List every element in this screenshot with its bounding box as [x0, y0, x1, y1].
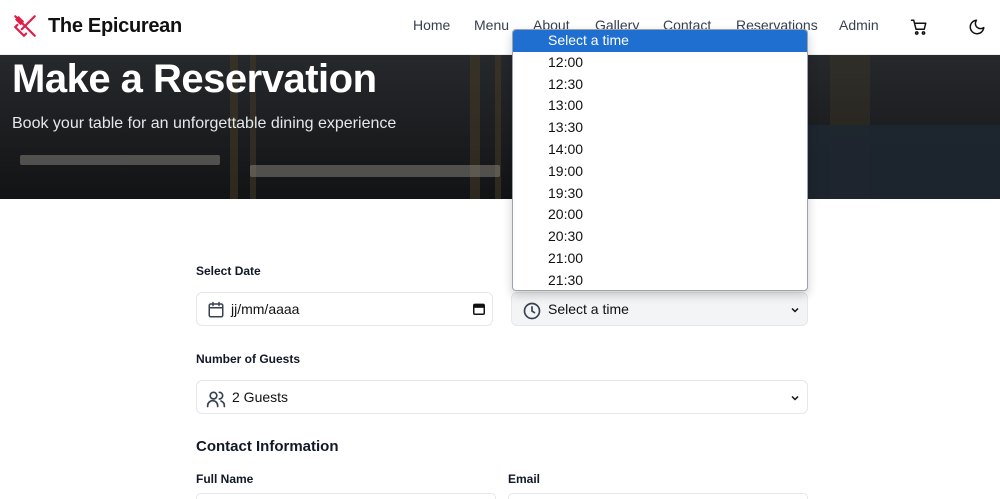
time-option[interactable]: Select a time	[513, 30, 807, 52]
time-option[interactable]: 13:00	[513, 95, 807, 117]
guests-select[interactable]: 2 Guests	[196, 380, 808, 414]
time-option[interactable]: 21:30	[513, 270, 807, 290]
nav-menu[interactable]: Menu	[474, 17, 509, 33]
email-label: Email	[508, 472, 541, 486]
moon-icon[interactable]	[968, 18, 986, 41]
calendar-icon	[207, 301, 225, 322]
date-input[interactable]: jj/mm/aaaa	[196, 292, 493, 326]
time-dropdown-list[interactable]: Select a time 12:00 12:30 13:00 13:30 14…	[512, 29, 808, 291]
time-option[interactable]: 20:00	[513, 204, 807, 226]
time-option[interactable]: 12:30	[513, 74, 807, 96]
users-icon	[206, 389, 226, 412]
page-title: Make a Reservation	[12, 57, 377, 101]
page-subtitle: Book your table for an unforgettable din…	[12, 115, 397, 132]
time-option[interactable]: 12:00	[513, 52, 807, 74]
time-option[interactable]: 13:30	[513, 117, 807, 139]
date-value: jj/mm/aaaa	[231, 301, 300, 317]
full-name-label: Full Name	[196, 472, 254, 486]
brand-logo[interactable]: The Epicurean	[12, 13, 182, 39]
time-option[interactable]: 19:00	[513, 161, 807, 183]
time-value: Select a time	[548, 301, 629, 317]
time-option[interactable]: 19:30	[513, 183, 807, 205]
clock-icon	[522, 301, 542, 324]
time-option[interactable]: 20:30	[513, 226, 807, 248]
guests-value: 2 Guests	[232, 389, 289, 405]
date-label: Select Date	[196, 264, 261, 278]
nav-admin[interactable]: Admin	[839, 17, 879, 33]
hero-banner: Make a Reservation Book your table for a…	[0, 55, 1000, 199]
brand-name: The Epicurean	[48, 14, 182, 37]
time-option[interactable]: 14:00	[513, 139, 807, 161]
email-input[interactable]	[508, 493, 808, 499]
guests-label: Number of Guests	[196, 352, 301, 366]
chevron-down-icon	[789, 391, 801, 407]
time-select[interactable]: Select a time	[511, 292, 808, 326]
calendar-picker-icon[interactable]	[472, 302, 486, 319]
time-option[interactable]: 21:00	[513, 248, 807, 270]
cart-icon[interactable]	[910, 18, 928, 41]
site-header: The Epicurean Home Menu About Gallery Co…	[0, 0, 1000, 55]
contact-section-title: Contact Information	[196, 438, 339, 455]
utensils-icon	[13, 15, 36, 38]
chevron-down-icon	[789, 303, 801, 319]
nav-home[interactable]: Home	[413, 17, 450, 33]
full-name-input[interactable]	[196, 493, 496, 499]
